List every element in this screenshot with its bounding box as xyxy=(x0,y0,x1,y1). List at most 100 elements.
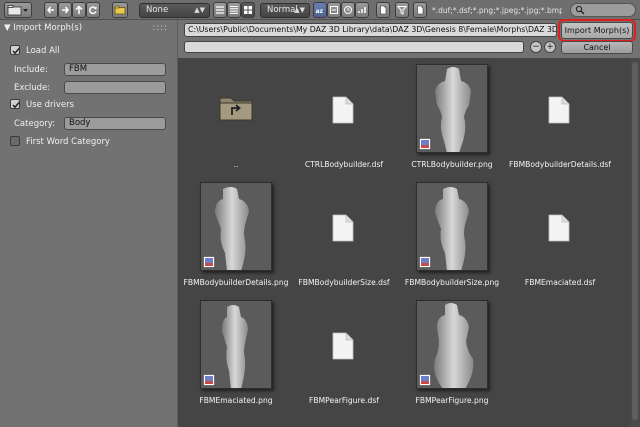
parent-folder-icon xyxy=(219,97,253,121)
image-file-badge-icon xyxy=(203,256,215,268)
file-tile[interactable]: FBMBodybuilderSize.dsf xyxy=(290,176,398,294)
filter-toggle-button[interactable] xyxy=(395,2,409,18)
panel-header[interactable]: ▼ Import Morph(s) :::: xyxy=(0,20,178,36)
sort-mode-value: Normal xyxy=(267,5,298,15)
image-thumbnail xyxy=(200,182,272,271)
list-detail-icon xyxy=(230,6,238,14)
file-tile-parent[interactable]: .. xyxy=(182,58,290,176)
cancel-button[interactable]: Cancel xyxy=(561,41,633,54)
include-label: Include: xyxy=(14,65,48,75)
sort-extension-button[interactable] xyxy=(327,2,341,18)
sort-extension-icon xyxy=(330,6,338,14)
category-field[interactable]: Body xyxy=(64,117,166,130)
import-morphs-button[interactable]: Import Morph(s) xyxy=(558,19,636,42)
document-icon xyxy=(332,214,354,242)
back-button[interactable] xyxy=(44,2,58,18)
sort-alpha-icon: az xyxy=(316,8,324,15)
filter-file-type-button[interactable] xyxy=(413,2,427,18)
load-all-label: Load All xyxy=(26,46,60,56)
document-icon xyxy=(548,96,570,124)
checkmark-icon xyxy=(12,102,20,109)
directory-path-field[interactable]: C:\Users\Public\Documents\My DAZ 3D Libr… xyxy=(184,23,557,37)
file-name-label: FBMPearFigure.png xyxy=(415,396,489,405)
document-icon xyxy=(548,214,570,242)
use-drivers-label: Use drivers xyxy=(26,100,75,110)
updown-arrow-icon: ▲▼ xyxy=(194,6,205,14)
category-label: Category: xyxy=(14,119,56,129)
drag-handle-icon[interactable]: :::: xyxy=(153,20,168,36)
include-field[interactable]: FBM xyxy=(64,63,166,76)
file-name-label: FBMBodybuilderDetails.dsf xyxy=(509,160,611,169)
collapse-triangle-icon: ▼ xyxy=(4,23,11,33)
image-file-badge-icon xyxy=(419,138,431,150)
file-tile[interactable]: CTRLBodybuilder.dsf xyxy=(290,58,398,176)
file-tile[interactable]: FBMEmaciated.dsf xyxy=(506,176,614,294)
thumbnail-view-button[interactable] xyxy=(241,2,255,18)
sort-alpha-button[interactable]: az xyxy=(313,2,327,18)
document-icon xyxy=(380,5,387,15)
image-file-badge-icon xyxy=(203,374,215,386)
sort-size-icon xyxy=(358,7,366,13)
increment-button[interactable]: + xyxy=(544,41,556,53)
display-mode-value: None xyxy=(146,5,169,15)
list-short-icon xyxy=(216,6,224,14)
image-thumbnail xyxy=(200,300,272,389)
parent-directory-button[interactable] xyxy=(72,2,86,18)
image-thumbnail xyxy=(416,64,488,153)
display-mode-select[interactable]: None ▲▼ xyxy=(139,3,210,18)
decrement-button[interactable]: − xyxy=(530,41,542,53)
sort-size-button[interactable] xyxy=(355,2,369,18)
file-tile[interactable]: FBMPearFigure.png xyxy=(398,294,506,412)
use-drivers-checkbox[interactable] xyxy=(10,99,20,109)
new-folder-icon xyxy=(114,5,126,15)
image-file-badge-icon xyxy=(419,256,431,268)
file-tile[interactable]: FBMBodybuilderSize.png xyxy=(398,176,506,294)
file-tile[interactable]: FBMEmaciated.png xyxy=(182,294,290,412)
refresh-icon xyxy=(89,6,97,15)
operator-panel: ▼ Import Morph(s) :::: Load All Include:… xyxy=(0,20,178,427)
file-browser-toolbar: None ▲▼ Normal ▲▼ az *.duf;*.dsf;*.png;*… xyxy=(0,0,640,20)
exclude-field[interactable] xyxy=(64,81,166,94)
file-tile[interactable]: CTRLBodybuilder.png xyxy=(398,58,506,176)
file-tile[interactable]: FBMBodybuilderDetails.png xyxy=(182,176,290,294)
checkmark-icon xyxy=(12,48,20,55)
editor-type-button[interactable] xyxy=(4,2,32,18)
folder-icon xyxy=(7,5,28,16)
scrollbar-thumb[interactable] xyxy=(632,62,638,420)
document-icon xyxy=(332,96,354,124)
load-all-checkbox[interactable] xyxy=(10,45,20,55)
file-name-label: FBMEmaciated.dsf xyxy=(524,278,596,287)
file-tile[interactable]: FBMBodybuilderDetails.dsf xyxy=(506,58,614,176)
search-icon xyxy=(575,5,585,15)
sort-time-button[interactable] xyxy=(341,2,355,18)
path-bar: C:\Users\Public\Documents\My DAZ 3D Libr… xyxy=(178,19,640,58)
first-word-category-label: First Word Category xyxy=(26,137,110,147)
document-icon xyxy=(417,5,424,15)
funnel-icon xyxy=(397,6,407,15)
panel-title: Import Morph(s) xyxy=(13,23,83,33)
document-icon xyxy=(332,332,354,360)
file-grid: .. CTRLBodybuilder.dsf CTRLBodybuilder.p… xyxy=(178,58,630,427)
show-hidden-button[interactable] xyxy=(376,2,390,18)
image-thumbnail xyxy=(416,300,488,389)
svg-text:az: az xyxy=(316,8,324,15)
updown-arrow-icon: ▲▼ xyxy=(294,6,305,14)
grid-icon xyxy=(244,6,252,14)
filter-glob-text[interactable]: *.duf;*.dsf;*.png;*.jpeg;*.jpg;*.bmp xyxy=(432,4,562,17)
arrow-left-icon xyxy=(47,6,54,14)
new-directory-button[interactable] xyxy=(112,2,128,18)
forward-button[interactable] xyxy=(58,2,72,18)
detailed-list-view-button[interactable] xyxy=(227,2,241,18)
grid-scrollbar[interactable] xyxy=(630,58,640,427)
file-name-field[interactable] xyxy=(184,41,524,53)
exclude-label: Exclude: xyxy=(14,83,51,93)
first-word-category-checkbox[interactable] xyxy=(10,136,20,146)
image-file-badge-icon xyxy=(419,374,431,386)
search-input[interactable] xyxy=(570,3,636,17)
arrow-right-icon xyxy=(62,6,69,14)
file-tile[interactable]: FBMPearFigure.dsf xyxy=(290,294,398,412)
sort-mode-select[interactable]: Normal ▲▼ xyxy=(260,3,310,18)
refresh-button[interactable] xyxy=(86,2,100,18)
image-thumbnail xyxy=(416,182,488,271)
short-list-view-button[interactable] xyxy=(213,2,227,18)
